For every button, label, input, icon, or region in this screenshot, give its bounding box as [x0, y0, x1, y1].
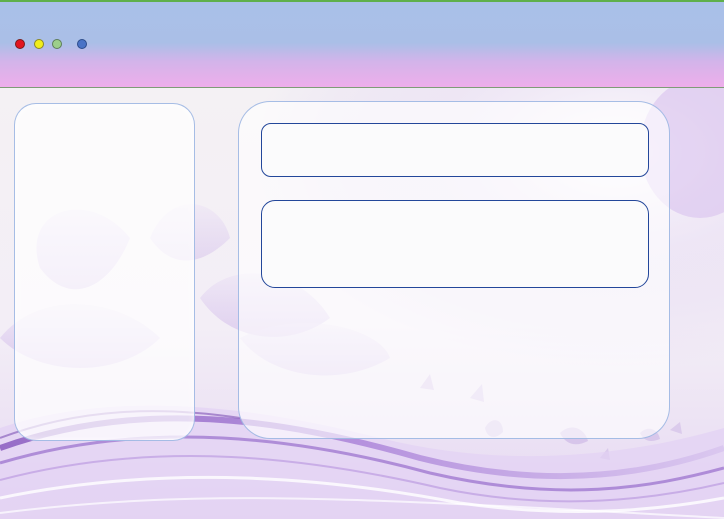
sidebar-panel: [14, 103, 195, 441]
minimize-window-icon[interactable]: [34, 39, 44, 49]
app-window: [0, 0, 724, 519]
extra-window-icon[interactable]: [77, 39, 87, 49]
bottom-text-area[interactable]: [261, 200, 649, 288]
top-text-field[interactable]: [261, 123, 649, 177]
title-bar: [0, 0, 724, 88]
maximize-window-icon[interactable]: [52, 39, 62, 49]
close-window-icon[interactable]: [15, 39, 25, 49]
